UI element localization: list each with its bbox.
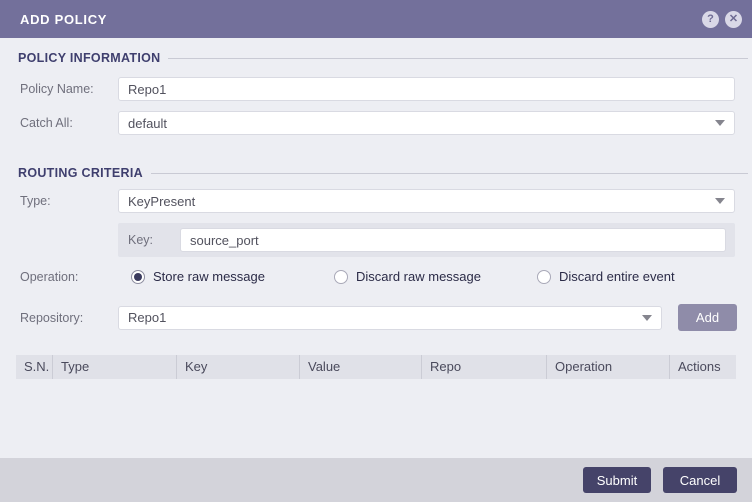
- dialog-footer: Submit Cancel: [0, 458, 752, 502]
- column-header-repo: Repo: [422, 355, 547, 379]
- column-header-actions: Actions: [678, 359, 721, 374]
- key-label: Key:: [128, 233, 154, 247]
- catch-all-label: Catch All:: [20, 116, 73, 130]
- type-row: Type: KeyPresent: [0, 189, 735, 213]
- repository-row: Repository: Repo1 Add: [0, 304, 737, 331]
- radio-discard-entire-event[interactable]: Discard entire event: [537, 269, 727, 284]
- help-icon[interactable]: ?: [702, 10, 719, 28]
- column-header-key: Key: [177, 355, 300, 379]
- key-panel: Key:: [118, 223, 735, 257]
- section-policy-information: POLICY INFORMATION: [18, 50, 748, 66]
- radio-discard-raw-message[interactable]: Discard raw message: [334, 269, 524, 284]
- chevron-down-icon: [715, 198, 725, 204]
- dialog-header: ADD POLICY ? ✕: [0, 0, 752, 38]
- policy-name-input[interactable]: [118, 77, 735, 101]
- catch-all-selected-value: default: [128, 115, 168, 131]
- catch-all-row: Catch All: default: [0, 111, 735, 135]
- radio-store-raw-message-label: Store raw message: [153, 269, 265, 284]
- section-title-policy-information: POLICY INFORMATION: [18, 51, 161, 65]
- policy-name-row: Policy Name:: [0, 77, 735, 101]
- criteria-table-header: S.N. Type Key Value Repo Operation Actio…: [16, 355, 736, 379]
- criteria-table: S.N. Type Key Value Repo Operation Actio…: [16, 355, 736, 379]
- column-header-type: Type: [53, 355, 177, 379]
- dialog-title: ADD POLICY: [20, 11, 108, 27]
- chevron-down-icon: [715, 120, 725, 126]
- type-select[interactable]: KeyPresent: [118, 189, 735, 213]
- key-input[interactable]: [180, 228, 726, 252]
- repository-selected-value: Repo1: [128, 310, 167, 325]
- section-title-routing-criteria: ROUTING CRITERIA: [18, 166, 143, 180]
- radio-discard-entire-event-label: Discard entire event: [559, 269, 675, 284]
- close-icon[interactable]: ✕: [725, 10, 742, 28]
- type-selected-value: KeyPresent: [128, 193, 196, 209]
- operation-label: Operation:: [20, 269, 79, 284]
- radio-discard-raw-message-label: Discard raw message: [356, 269, 481, 284]
- policy-name-label: Policy Name:: [20, 82, 94, 96]
- column-header-sn: S.N.: [16, 355, 53, 379]
- catch-all-select[interactable]: default: [118, 111, 735, 135]
- cancel-button[interactable]: Cancel: [663, 467, 737, 493]
- repository-label: Repository:: [20, 310, 84, 325]
- type-label: Type:: [20, 194, 51, 208]
- section-divider: [150, 172, 748, 174]
- repository-select[interactable]: Repo1: [118, 305, 662, 330]
- column-header-operation: Operation: [547, 355, 670, 379]
- chevron-down-icon: [642, 314, 652, 321]
- submit-button[interactable]: Submit: [583, 467, 651, 493]
- radio-button-icon[interactable]: [334, 269, 348, 284]
- radio-button-icon[interactable]: [131, 269, 145, 284]
- column-header-value: Value: [300, 355, 422, 379]
- section-divider: [168, 57, 748, 59]
- operation-row: Operation: Store raw message Discard raw…: [0, 269, 735, 284]
- radio-button-icon[interactable]: [537, 269, 551, 284]
- add-policy-dialog: ADD POLICY ? ✕ POLICY INFORMATION Policy…: [0, 0, 752, 502]
- radio-store-raw-message[interactable]: Store raw message: [131, 269, 321, 284]
- add-button[interactable]: Add: [678, 304, 737, 331]
- section-routing-criteria: ROUTING CRITERIA: [18, 165, 748, 181]
